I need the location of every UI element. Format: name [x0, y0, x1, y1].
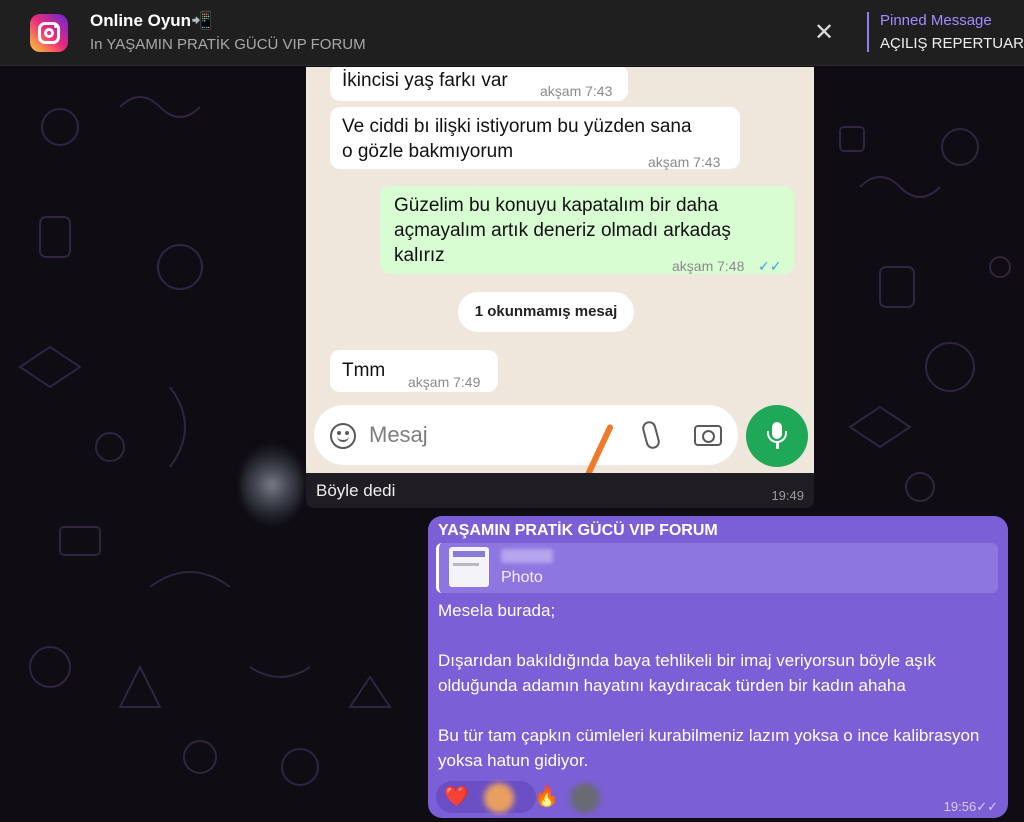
camera-icon [694, 425, 722, 446]
forwarded-from[interactable]: YAŞAMIN PRATİK GÜCÜ VIP FORUM [438, 522, 718, 540]
message-text: Mesela burada; Dışarıdan bakıldığında ba… [438, 601, 980, 770]
wa-message: Tmm akşam 7:49 [330, 350, 498, 392]
pinned-message-text[interactable]: AÇILIŞ REPERTUAR [880, 35, 1024, 52]
chat-title[interactable]: Online Oyun📲 [90, 11, 212, 31]
wa-message: İkincisi yaş farkı var akşam 7:43 [330, 67, 628, 101]
wa-input-placeholder: Mesaj [369, 422, 428, 447]
wa-message-input: Mesaj [314, 405, 738, 465]
reaction-fire[interactable]: 🔥 [526, 781, 616, 813]
wa-message-out: Güzelim bu konuyu kapatalım bir daha açm… [380, 186, 794, 274]
photo-caption: Böyle dedi [316, 481, 396, 500]
reactor-avatar [570, 783, 600, 813]
reply-thumbnail [449, 547, 489, 587]
reaction-heart[interactable]: ❤️ [436, 781, 536, 813]
message-time: 19:56✓✓ [943, 799, 998, 814]
fire-icon: 🔥 [534, 786, 559, 808]
reply-sender-redacted [501, 549, 553, 563]
chat-header: Online Oyun📲 In YAŞAMIN PRATİK GÜCÜ VIP … [0, 0, 1024, 66]
pinned-message-label[interactable]: Pinned Message [880, 12, 992, 29]
instagram-icon [30, 14, 68, 52]
reply-preview[interactable]: Photo [436, 543, 998, 593]
attach-icon [640, 419, 662, 451]
emoji-icon [330, 423, 356, 449]
message-time: 19:49 [771, 488, 804, 503]
avatar[interactable] [240, 445, 304, 525]
wa-message: Ve ciddi bı ilişki istiyorum bu yüzden s… [330, 107, 740, 170]
unread-divider: 1 okunmamış mesaj [458, 292, 634, 332]
whatsapp-screenshot: İkincisi yaş farkı var akşam 7:43 Ve cid… [306, 67, 814, 473]
pinned-indicator [867, 12, 869, 52]
chat-subtitle: In YAŞAMIN PRATİK GÜCÜ VIP FORUM [90, 36, 366, 53]
close-icon[interactable]: ✕ [812, 21, 836, 45]
heart-icon: ❤️ [444, 786, 469, 808]
reactor-avatar [484, 783, 514, 813]
photo-message[interactable]: İkincisi yaş farkı var akşam 7:43 Ve cid… [306, 67, 814, 508]
read-ticks-icon: ✓✓ [758, 258, 782, 274]
reply-type: Photo [501, 569, 543, 586]
outgoing-message[interactable]: YAŞAMIN PRATİK GÜCÜ VIP FORUM Photo Mese… [428, 516, 1008, 818]
read-ticks-icon: ✓✓ [976, 799, 998, 814]
microphone-icon [746, 405, 808, 467]
